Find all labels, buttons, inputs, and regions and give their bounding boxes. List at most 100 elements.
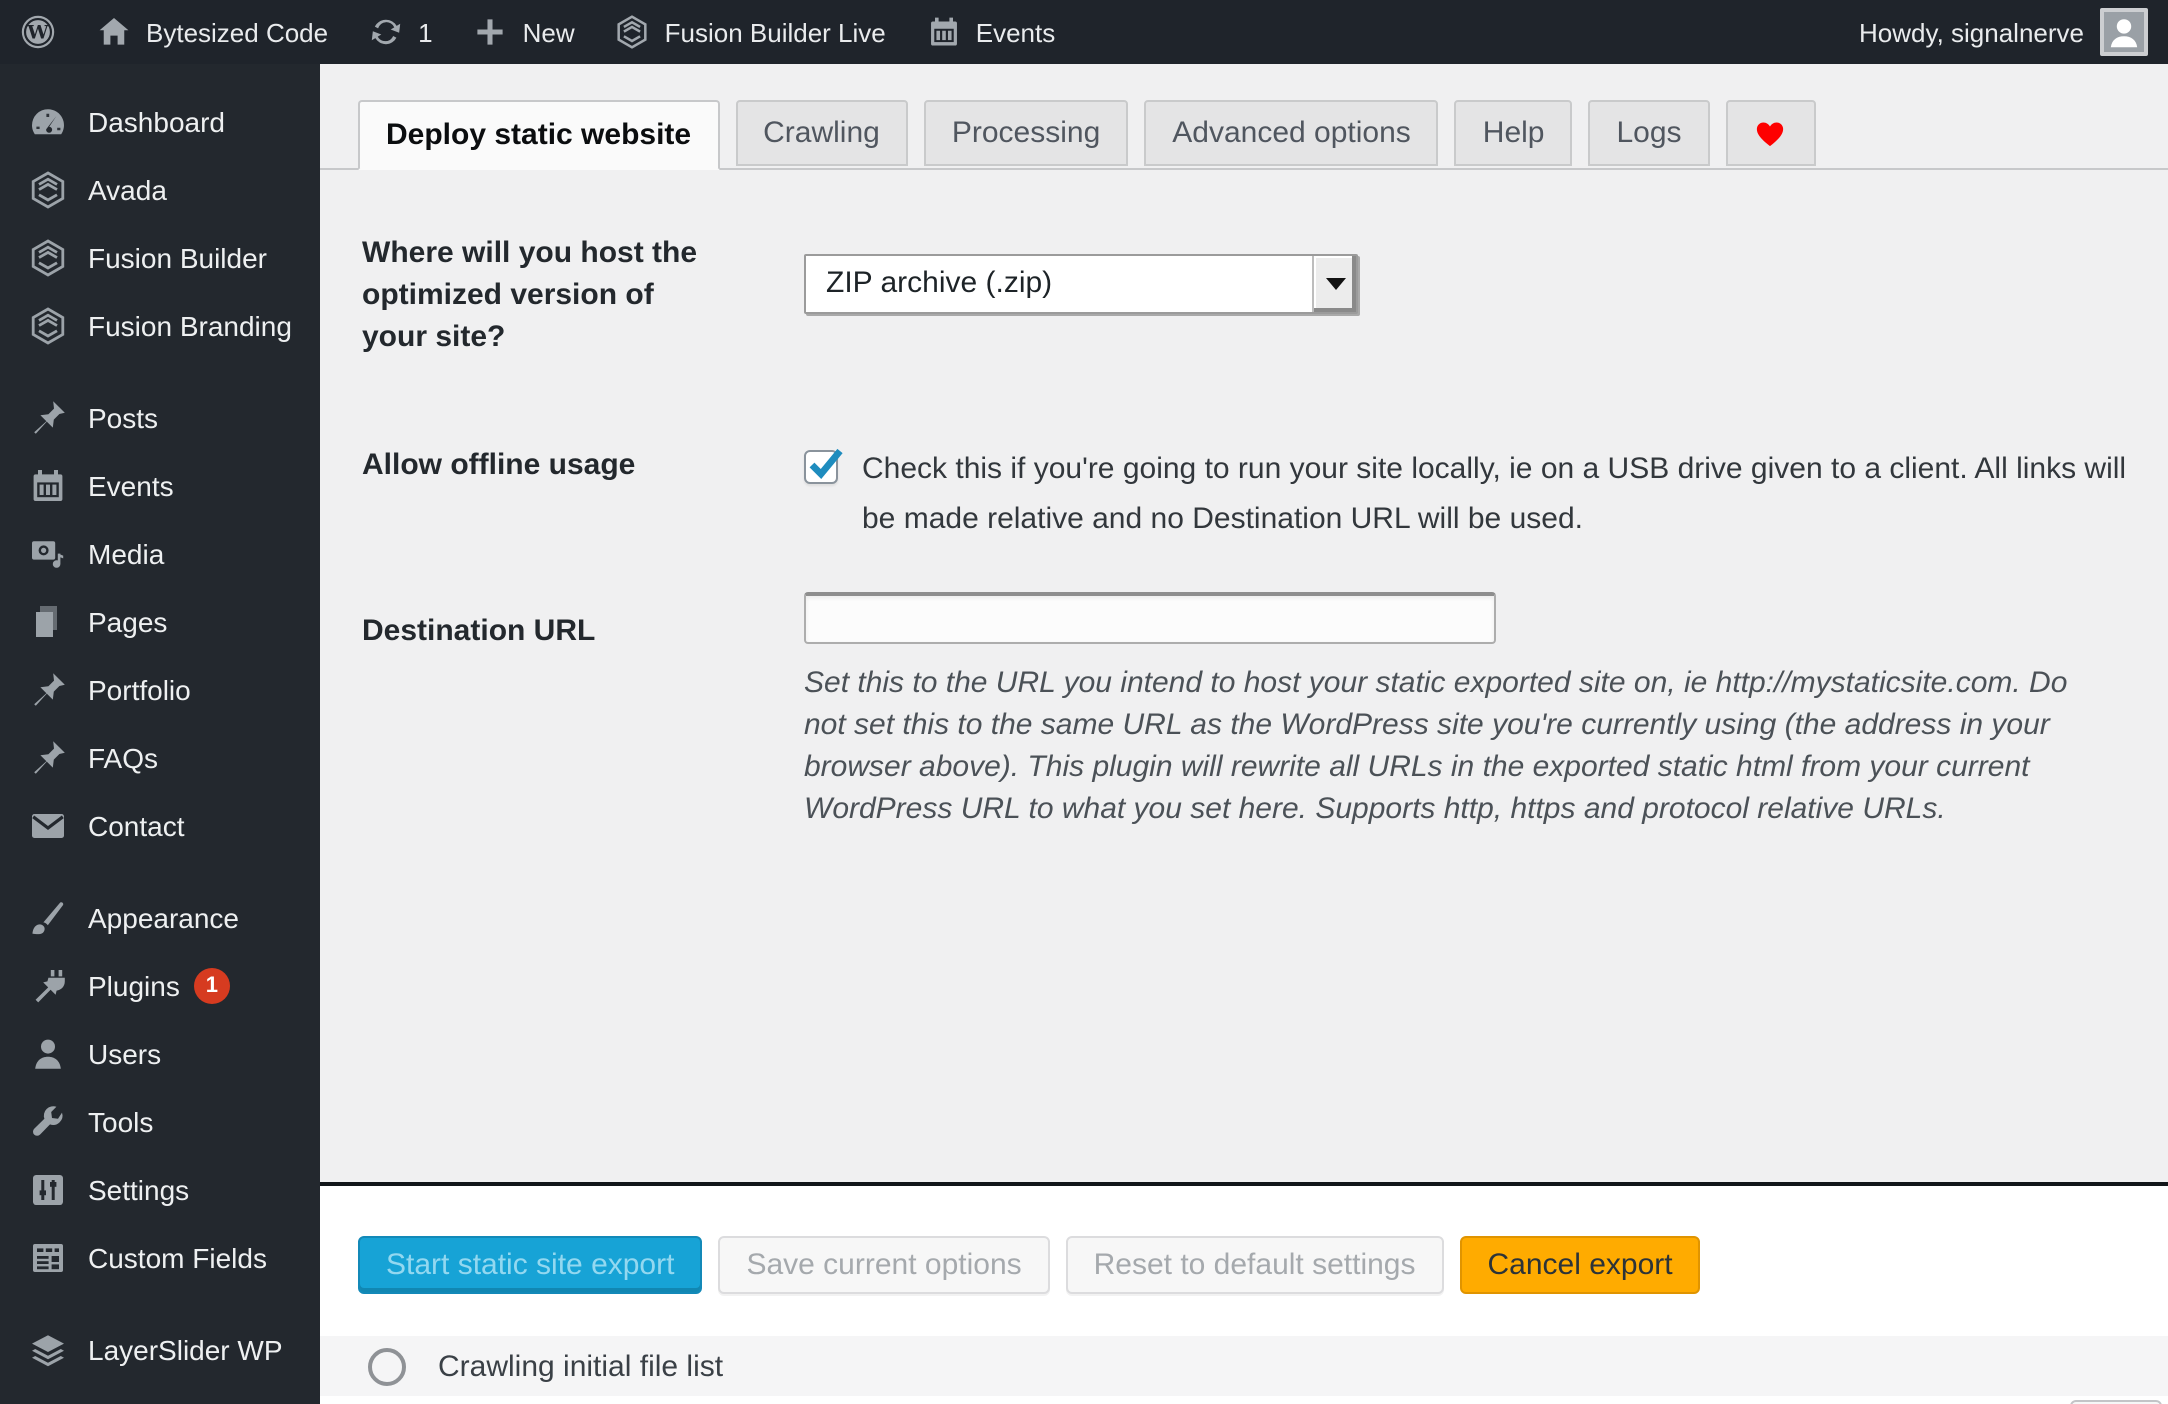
- sidebar-item-appearance[interactable]: Appearance: [0, 884, 320, 952]
- sidebar-item-label: Appearance: [88, 902, 240, 934]
- sidebar-item-dashboard[interactable]: Dashboard: [0, 88, 320, 156]
- sidebar-item-plugins[interactable]: Plugins 1: [0, 952, 320, 1020]
- sidebar-item-label: Fusion Branding: [88, 310, 292, 342]
- sidebar-item-layerslider-wp[interactable]: LayerSlider WP: [0, 1316, 320, 1384]
- sidebar-item-label: FAQs: [88, 742, 159, 774]
- admin-bar: W Bytesized Code 1 New Fusion Builder Live Ev…: [0, 0, 2168, 64]
- update-icon: [368, 14, 404, 50]
- adminbar-updates[interactable]: 1: [348, 0, 452, 64]
- tab-help[interactable]: Help: [1454, 100, 1573, 166]
- adminbar-site-name[interactable]: Bytesized Code: [76, 0, 348, 64]
- hexagon-weave-icon: [615, 14, 651, 50]
- tab-logs[interactable]: Logs: [1588, 100, 1710, 166]
- layers-icon: [28, 1330, 68, 1370]
- tab-advanced-options[interactable]: Advanced options: [1144, 100, 1439, 166]
- destination-label: Destination URL: [362, 614, 596, 648]
- tab-deploy-static-website[interactable]: Deploy static website: [358, 100, 720, 170]
- sidebar-item-label: Tools: [88, 1106, 154, 1138]
- sidebar-item-pages[interactable]: Pages: [0, 588, 320, 656]
- sidebar: Dashboard Avada Fusion Builder Fusion Brand…: [0, 64, 320, 1404]
- offline-row: Allow offline usage Check this if you're…: [362, 444, 2134, 544]
- sidebar-item-fusion-builder[interactable]: Fusion Builder: [0, 224, 320, 292]
- hexagon-weave-icon: [28, 306, 68, 346]
- footer-area: Start static site export Save current op…: [320, 1186, 2168, 1404]
- pushpin-icon: [28, 398, 68, 438]
- update-count-badge: 1: [193, 968, 230, 1004]
- sidebar-item-settings[interactable]: Settings: [0, 1156, 320, 1224]
- calendar-icon: [28, 466, 68, 506]
- sidebar-item-fusion-branding[interactable]: Fusion Branding: [0, 292, 320, 360]
- sidebar-item-events[interactable]: Events: [0, 452, 320, 520]
- dashboard-icon: [28, 102, 68, 142]
- tab-label: Crawling: [763, 116, 880, 150]
- home-icon: [96, 14, 132, 50]
- adminbar-new-content-label: New: [522, 17, 575, 47]
- calendar-icon: [926, 14, 962, 50]
- sidebar-item-users[interactable]: Users: [0, 1020, 320, 1088]
- sidebar-item-label: Posts: [88, 402, 159, 434]
- destination-row: Destination URL Set this to the URL you …: [362, 592, 2114, 830]
- svg-text:W: W: [26, 21, 49, 43]
- partial-button[interactable]: [2070, 1400, 2162, 1404]
- adminbar-new-content[interactable]: New: [453, 0, 595, 64]
- adminbar-fusion-builder-live[interactable]: Fusion Builder Live: [595, 0, 906, 64]
- tab-label: Help: [1482, 116, 1545, 150]
- admin-bar-left: W Bytesized Code 1 New Fusion Builder Live Ev…: [0, 0, 1075, 64]
- sidebar-item-contact[interactable]: Contact: [0, 792, 320, 860]
- adminbar-events-label: Events: [975, 17, 1056, 47]
- adminbar-fusion-builder-live-label: Fusion Builder Live: [664, 17, 886, 47]
- adminbar-events[interactable]: Events: [906, 0, 1076, 64]
- host-row: Where will you host the optimized versio…: [362, 232, 1358, 358]
- adminbar-site-name-label: Bytesized Code: [146, 17, 329, 47]
- sidebar-item-portfolio[interactable]: Portfolio: [0, 656, 320, 724]
- paintbrush-icon: [28, 898, 68, 938]
- action-buttons: Start static site export Save current op…: [358, 1236, 1701, 1294]
- start-export-button[interactable]: Start static site export: [358, 1236, 703, 1294]
- tab-favorites[interactable]: [1725, 100, 1816, 166]
- destination-help-text: Set this to the URL you intend to host y…: [804, 666, 2068, 826]
- camera-icon: [28, 534, 68, 574]
- wordpress-logo-icon: W: [20, 14, 56, 50]
- sidebar-item-tools[interactable]: Tools: [0, 1088, 320, 1156]
- sidebar-group: Appearance Plugins 1 Users Tools Settings Cust…: [0, 884, 320, 1292]
- sidebar-item-label: Custom Fields: [88, 1242, 267, 1274]
- sidebar-item-label: Pages: [88, 606, 168, 638]
- tab-label: Deploy static website: [386, 118, 692, 152]
- progress-label: Crawling initial file list: [438, 1349, 724, 1383]
- sidebar-item-media[interactable]: Media: [0, 520, 320, 588]
- progress-row: Crawling initial file list: [320, 1336, 2168, 1396]
- tab-processing[interactable]: Processing: [923, 100, 1129, 166]
- checkmark-icon: [809, 448, 843, 480]
- offline-description: Check this if you're going to run your s…: [862, 452, 2127, 536]
- save-options-button[interactable]: Save current options: [718, 1236, 1050, 1294]
- plugin-settings-page: Deploy static website Crawling Processing A…: [320, 64, 2168, 1404]
- tab-label: Processing: [951, 116, 1101, 150]
- sidebar-item-label: Avada: [88, 174, 167, 206]
- sidebar-item-label: Portfolio: [88, 674, 191, 706]
- sidebar-item-posts[interactable]: Posts: [0, 384, 320, 452]
- host-select[interactable]: ZIP archive (.zip): [804, 254, 1358, 314]
- sidebar-item-label: LayerSlider WP: [88, 1334, 283, 1366]
- sidebar-item-label: Events: [88, 470, 174, 502]
- sidebar-item-custom-fields[interactable]: Custom Fields: [0, 1224, 320, 1292]
- sidebar-group: Dashboard Avada Fusion Builder Fusion Brand…: [0, 88, 320, 360]
- admin-bar-account[interactable]: Howdy, signalnerve: [1859, 0, 2168, 64]
- sidebar-item-label: Fusion Builder: [88, 242, 267, 274]
- plus-icon: [473, 14, 509, 50]
- sidebar-item-faqs[interactable]: FAQs: [0, 724, 320, 792]
- envelope-icon: [28, 806, 68, 846]
- sidebar-item-label: Settings: [88, 1174, 190, 1206]
- sidebar-group: LayerSlider WP: [0, 1316, 320, 1384]
- tab-crawling[interactable]: Crawling: [735, 100, 908, 166]
- plug-icon: [28, 966, 68, 1006]
- host-select-value: ZIP archive (.zip): [826, 266, 1053, 300]
- destination-url-input[interactable]: [804, 592, 1496, 644]
- host-label: Where will you host the optimized versio…: [362, 236, 698, 354]
- adminbar-wordpress-menu[interactable]: W: [0, 0, 76, 64]
- reset-defaults-button[interactable]: Reset to default settings: [1065, 1236, 1444, 1294]
- offline-checkbox[interactable]: [804, 448, 843, 484]
- sidebar-item-avada[interactable]: Avada: [0, 156, 320, 224]
- sidebar-item-label: Users: [88, 1038, 162, 1070]
- heart-icon: [1754, 117, 1788, 149]
- cancel-export-button[interactable]: Cancel export: [1459, 1236, 1701, 1294]
